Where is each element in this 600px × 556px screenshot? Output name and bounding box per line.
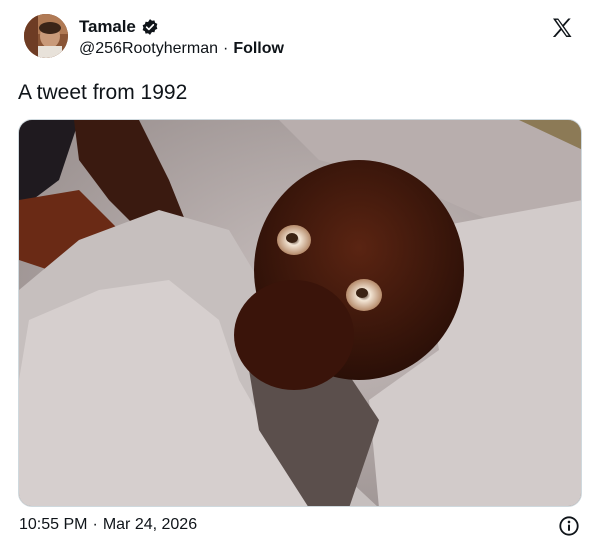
follow-button[interactable]: Follow: [233, 40, 284, 58]
avatar[interactable]: [24, 14, 68, 58]
timestamp-separator: ·: [92, 516, 98, 533]
tweet-text: A tweet from 1992: [18, 81, 188, 104]
tweet-time: 10:55 PM: [19, 516, 88, 533]
user-handle[interactable]: @256Rootyherman: [79, 40, 218, 58]
name-row: Tamale: [79, 16, 284, 38]
handle-row: @256Rootyherman · Follow: [79, 40, 284, 58]
avatar-image: [24, 14, 68, 58]
verified-badge-icon: [141, 18, 159, 36]
x-logo-icon[interactable]: [550, 16, 574, 40]
tweet-photo[interactable]: [18, 119, 582, 507]
photo-image: [19, 120, 581, 506]
display-name[interactable]: Tamale: [79, 17, 136, 37]
tweet-header: Tamale @256Rootyherman · Follow: [24, 14, 576, 66]
tweet-date: Mar 24, 2026: [102, 516, 198, 533]
user-info: Tamale @256Rootyherman · Follow: [79, 16, 284, 58]
tweet-timestamp[interactable]: 10:55 PM · Mar 24, 2026: [19, 516, 197, 534]
handle-separator: ·: [222, 40, 229, 57]
info-icon[interactable]: [558, 515, 580, 537]
tweet-card: Tamale @256Rootyherman · Follow A tweet …: [0, 0, 600, 556]
